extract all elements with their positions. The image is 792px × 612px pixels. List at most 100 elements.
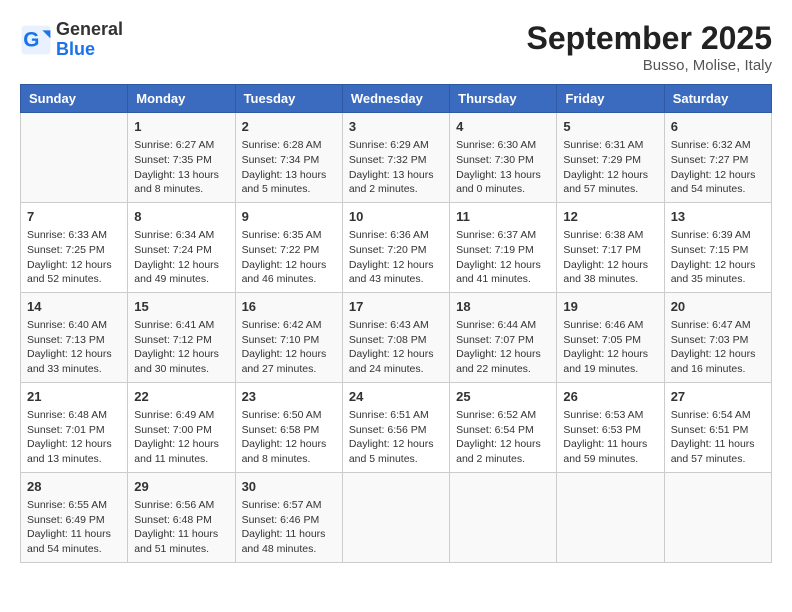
- calendar-cell: 6 Sunrise: 6:32 AM Sunset: 7:27 PM Daylig…: [664, 113, 771, 203]
- day-number: 15: [134, 298, 228, 316]
- calendar-header-friday: Friday: [557, 85, 664, 113]
- calendar-cell: 4 Sunrise: 6:30 AM Sunset: 7:30 PM Daylig…: [450, 113, 557, 203]
- calendar-cell: [342, 472, 449, 562]
- day-number: 28: [27, 478, 121, 496]
- calendar-cell: 10 Sunrise: 6:36 AM Sunset: 7:20 PM Dayli…: [342, 202, 449, 292]
- day-number: 24: [349, 388, 443, 406]
- day-number: 13: [671, 208, 765, 226]
- day-info: Sunrise: 6:36 AM Sunset: 7:20 PM Dayligh…: [349, 228, 443, 287]
- day-number: 20: [671, 298, 765, 316]
- day-number: 9: [242, 208, 336, 226]
- calendar-week-row: 1 Sunrise: 6:27 AM Sunset: 7:35 PM Daylig…: [21, 113, 772, 203]
- calendar-cell: 11 Sunrise: 6:37 AM Sunset: 7:19 PM Dayli…: [450, 202, 557, 292]
- calendar-cell: 30Sunrise: 6:57 AM Sunset: 6:46 PM Dayli…: [235, 472, 342, 562]
- calendar-cell: 9 Sunrise: 6:35 AM Sunset: 7:22 PM Daylig…: [235, 202, 342, 292]
- calendar-header-saturday: Saturday: [664, 85, 771, 113]
- calendar-cell: 12 Sunrise: 6:38 AM Sunset: 7:17 PM Dayli…: [557, 202, 664, 292]
- calendar-cell: [21, 113, 128, 203]
- logo-general: General: [56, 19, 123, 39]
- day-info: Sunrise: 6:49 AM Sunset: 7:00 PM Dayligh…: [134, 408, 228, 467]
- calendar-cell: 15 Sunrise: 6:41 AM Sunset: 7:12 PM Dayli…: [128, 292, 235, 382]
- day-info: Sunrise: 6:31 AM Sunset: 7:29 PM Dayligh…: [563, 138, 657, 197]
- day-number: 25: [456, 388, 550, 406]
- svg-text:G: G: [23, 28, 39, 51]
- day-number: 22: [134, 388, 228, 406]
- calendar-cell: 2 Sunrise: 6:28 AM Sunset: 7:34 PM Daylig…: [235, 113, 342, 203]
- calendar-cell: 17Sunrise: 6:43 AM Sunset: 7:08 PM Dayli…: [342, 292, 449, 382]
- calendar-cell: 3Sunrise: 6:29 AM Sunset: 7:32 PM Daylig…: [342, 113, 449, 203]
- day-info: Sunrise: 6:39 AM Sunset: 7:15 PM Dayligh…: [671, 228, 765, 287]
- calendar-header-wednesday: Wednesday: [342, 85, 449, 113]
- day-number: 1: [134, 118, 228, 136]
- calendar-cell: 26 Sunrise: 6:53 AM Sunset: 6:53 PM Dayli…: [557, 382, 664, 472]
- day-info: Sunrise: 6:57 AM Sunset: 6:46 PM Dayligh…: [242, 498, 336, 557]
- day-info: Sunrise: 6:33 AM Sunset: 7:25 PM Dayligh…: [27, 228, 121, 287]
- day-info: Sunrise: 6:30 AM Sunset: 7:30 PM Dayligh…: [456, 138, 550, 197]
- calendar-header-tuesday: Tuesday: [235, 85, 342, 113]
- calendar-cell: 19 Sunrise: 6:46 AM Sunset: 7:05 PM Dayli…: [557, 292, 664, 382]
- day-info: Sunrise: 6:27 AM Sunset: 7:35 PM Dayligh…: [134, 138, 228, 197]
- day-number: 4: [456, 118, 550, 136]
- day-number: 27: [671, 388, 765, 406]
- day-info: Sunrise: 6:55 AM Sunset: 6:49 PM Dayligh…: [27, 498, 121, 557]
- calendar-cell: 7 Sunrise: 6:33 AM Sunset: 7:25 PM Daylig…: [21, 202, 128, 292]
- day-info: Sunrise: 6:44 AM Sunset: 7:07 PM Dayligh…: [456, 318, 550, 377]
- day-number: 2: [242, 118, 336, 136]
- calendar-cell: 13 Sunrise: 6:39 AM Sunset: 7:15 PM Dayli…: [664, 202, 771, 292]
- location: Busso, Molise, Italy: [527, 57, 772, 74]
- day-number: 5: [563, 118, 657, 136]
- day-number: 12: [563, 208, 657, 226]
- day-number: 14: [27, 298, 121, 316]
- day-info: Sunrise: 6:38 AM Sunset: 7:17 PM Dayligh…: [563, 228, 657, 287]
- day-info: Sunrise: 6:41 AM Sunset: 7:12 PM Dayligh…: [134, 318, 228, 377]
- calendar-cell: 25 Sunrise: 6:52 AM Sunset: 6:54 PM Dayli…: [450, 382, 557, 472]
- calendar-cell: 5 Sunrise: 6:31 AM Sunset: 7:29 PM Daylig…: [557, 113, 664, 203]
- calendar-header-thursday: Thursday: [450, 85, 557, 113]
- day-number: 18: [456, 298, 550, 316]
- calendar-cell: 29Sunrise: 6:56 AM Sunset: 6:48 PM Dayli…: [128, 472, 235, 562]
- day-number: 26: [563, 388, 657, 406]
- day-info: Sunrise: 6:42 AM Sunset: 7:10 PM Dayligh…: [242, 318, 336, 377]
- day-number: 19: [563, 298, 657, 316]
- day-number: 11: [456, 208, 550, 226]
- day-info: Sunrise: 6:35 AM Sunset: 7:22 PM Dayligh…: [242, 228, 336, 287]
- day-info: Sunrise: 6:48 AM Sunset: 7:01 PM Dayligh…: [27, 408, 121, 467]
- calendar-cell: [450, 472, 557, 562]
- day-info: Sunrise: 6:28 AM Sunset: 7:34 PM Dayligh…: [242, 138, 336, 197]
- calendar-cell: 18 Sunrise: 6:44 AM Sunset: 7:07 PM Dayli…: [450, 292, 557, 382]
- day-info: Sunrise: 6:46 AM Sunset: 7:05 PM Dayligh…: [563, 318, 657, 377]
- day-number: 21: [27, 388, 121, 406]
- calendar-cell: 22 Sunrise: 6:49 AM Sunset: 7:00 PM Dayli…: [128, 382, 235, 472]
- day-number: 10: [349, 208, 443, 226]
- day-number: 6: [671, 118, 765, 136]
- calendar-cell: 1 Sunrise: 6:27 AM Sunset: 7:35 PM Daylig…: [128, 113, 235, 203]
- calendar-cell: 8Sunrise: 6:34 AM Sunset: 7:24 PM Daylig…: [128, 202, 235, 292]
- day-number: 3: [349, 118, 443, 136]
- calendar-header-sunday: Sunday: [21, 85, 128, 113]
- day-info: Sunrise: 6:40 AM Sunset: 7:13 PM Dayligh…: [27, 318, 121, 377]
- calendar-header-row: SundayMondayTuesdayWednesdayThursdayFrid…: [21, 85, 772, 113]
- day-info: Sunrise: 6:56 AM Sunset: 6:48 PM Dayligh…: [134, 498, 228, 557]
- day-info: Sunrise: 6:37 AM Sunset: 7:19 PM Dayligh…: [456, 228, 550, 287]
- month-title: September 2025: [527, 20, 772, 57]
- day-info: Sunrise: 6:52 AM Sunset: 6:54 PM Dayligh…: [456, 408, 550, 467]
- day-number: 7: [27, 208, 121, 226]
- calendar-cell: [557, 472, 664, 562]
- day-info: Sunrise: 6:43 AM Sunset: 7:08 PM Dayligh…: [349, 318, 443, 377]
- day-info: Sunrise: 6:32 AM Sunset: 7:27 PM Dayligh…: [671, 138, 765, 197]
- day-info: Sunrise: 6:51 AM Sunset: 6:56 PM Dayligh…: [349, 408, 443, 467]
- calendar-cell: 16Sunrise: 6:42 AM Sunset: 7:10 PM Dayli…: [235, 292, 342, 382]
- day-info: Sunrise: 6:53 AM Sunset: 6:53 PM Dayligh…: [563, 408, 657, 467]
- page-header: G General Blue September 2025 Busso, Mol…: [20, 20, 772, 74]
- calendar-cell: 28 Sunrise: 6:55 AM Sunset: 6:49 PM Dayli…: [21, 472, 128, 562]
- day-info: Sunrise: 6:54 AM Sunset: 6:51 PM Dayligh…: [671, 408, 765, 467]
- day-info: Sunrise: 6:34 AM Sunset: 7:24 PM Dayligh…: [134, 228, 228, 287]
- day-info: Sunrise: 6:50 AM Sunset: 6:58 PM Dayligh…: [242, 408, 336, 467]
- day-info: Sunrise: 6:47 AM Sunset: 7:03 PM Dayligh…: [671, 318, 765, 377]
- calendar-header-monday: Monday: [128, 85, 235, 113]
- title-block: September 2025 Busso, Molise, Italy: [527, 20, 772, 74]
- logo-icon: G: [20, 24, 52, 56]
- calendar-cell: 24 Sunrise: 6:51 AM Sunset: 6:56 PM Dayli…: [342, 382, 449, 472]
- calendar-week-row: 7 Sunrise: 6:33 AM Sunset: 7:25 PM Daylig…: [21, 202, 772, 292]
- calendar-table: SundayMondayTuesdayWednesdayThursdayFrid…: [20, 84, 772, 563]
